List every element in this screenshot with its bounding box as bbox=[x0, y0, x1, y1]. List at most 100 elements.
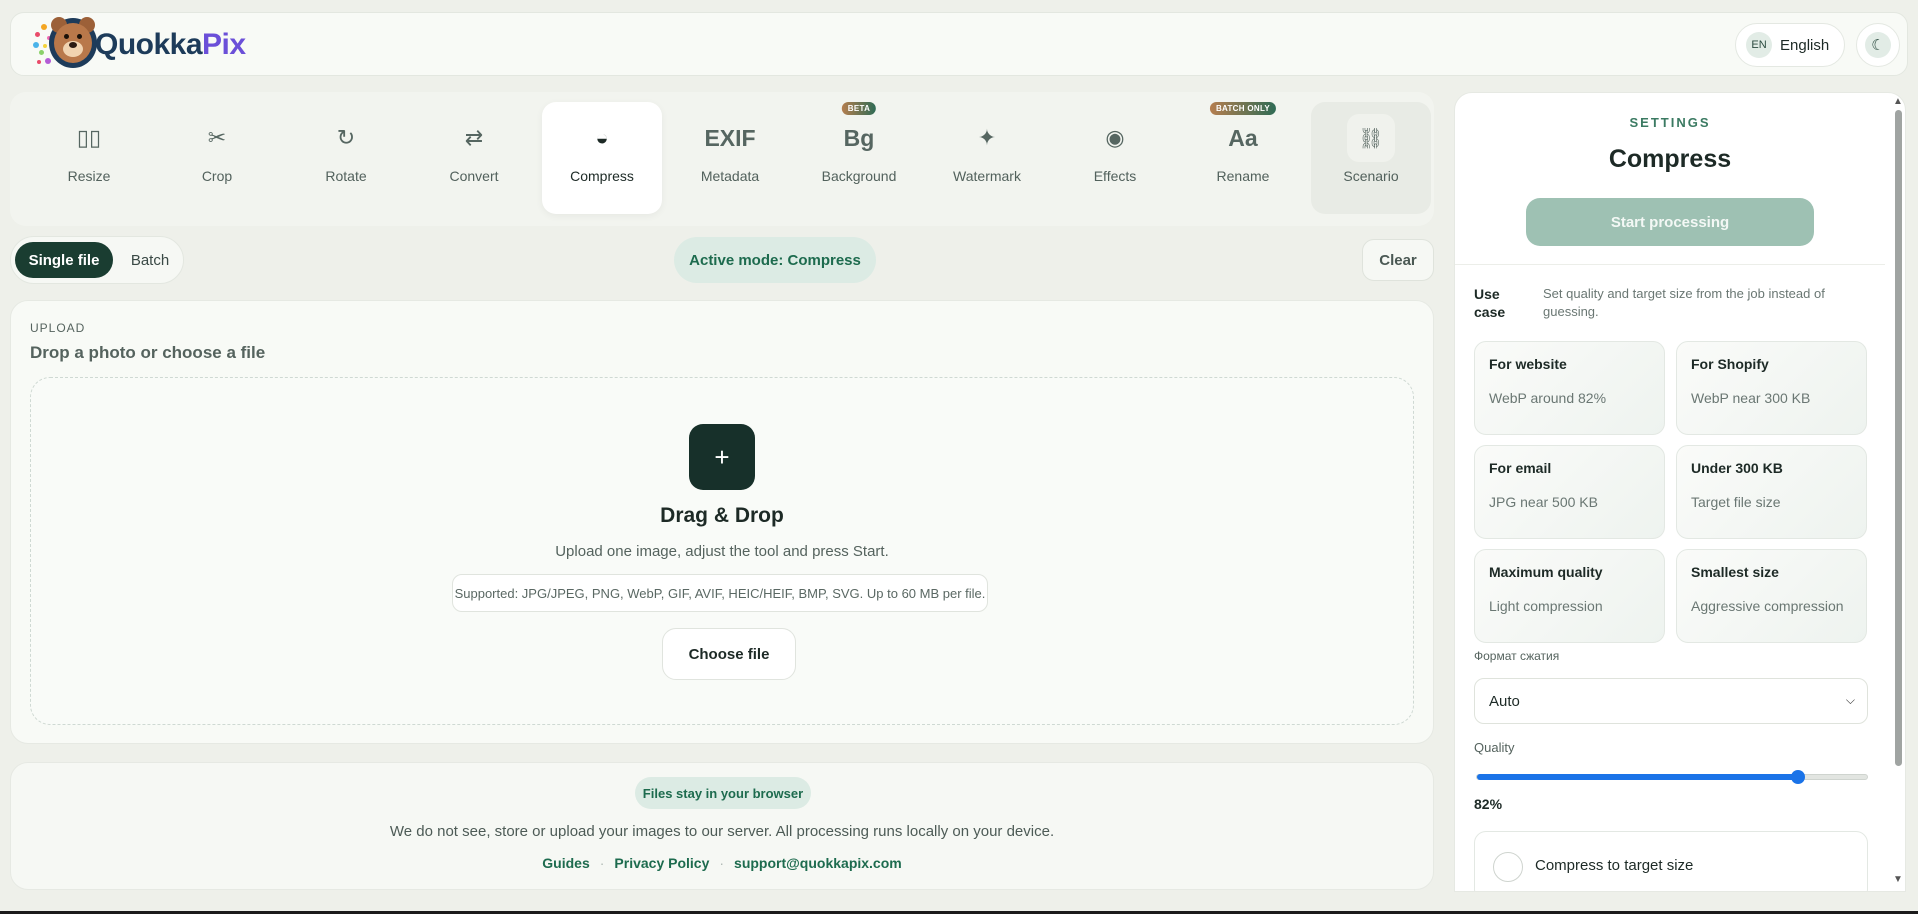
settings-scrollbar[interactable]: ▲ ▼ bbox=[1890, 92, 1906, 892]
drag-drop-title: Drag & Drop bbox=[660, 504, 784, 527]
tool-metadata[interactable]: EXIF Metadata bbox=[670, 102, 790, 214]
privacy-text: We do not see, store or upload your imag… bbox=[389, 823, 1055, 840]
use-case-card[interactable]: Smallest size Aggressive compression bbox=[1676, 549, 1867, 643]
tool-crop[interactable]: ✂ Crop bbox=[157, 102, 277, 214]
use-case-card[interactable]: For website WebP around 82% bbox=[1474, 341, 1665, 435]
tool-badge: BATCH ONLY bbox=[1209, 102, 1277, 115]
settings-eyebrow: SETTINGS bbox=[1629, 115, 1711, 130]
tool-label: Convert bbox=[449, 168, 499, 184]
footer-links: Guides · Privacy Policy · support@quokka… bbox=[11, 855, 1433, 871]
language-selector[interactable]: EN English bbox=[1735, 23, 1845, 67]
scroll-up-arrow-icon[interactable]: ▲ bbox=[1893, 96, 1903, 107]
use-case-card[interactable]: Under 300 KB Target file size bbox=[1676, 445, 1867, 539]
resize-icon: ▯▯ bbox=[76, 125, 102, 150]
format-label: Формат сжатия bbox=[1474, 649, 1560, 663]
settings-panel: SETTINGS Compress Start processing Use c… bbox=[1454, 92, 1906, 892]
tool-convert[interactable]: ⇄ Convert bbox=[414, 102, 534, 214]
tool-label: Effects bbox=[1093, 168, 1137, 184]
scissors-icon: ✂ bbox=[207, 125, 227, 150]
app-header: QuokkaPix EN English ☾ bbox=[10, 12, 1908, 76]
use-case-card-description: WebP near 300 KB bbox=[1691, 390, 1811, 406]
choose-file-button[interactable]: Choose file bbox=[662, 628, 796, 680]
tool-label: Scenario bbox=[1343, 168, 1399, 184]
format-select[interactable]: Auto ⌵ bbox=[1474, 678, 1868, 724]
tool-rotate[interactable]: ↻ Rotate bbox=[286, 102, 406, 214]
tool-label: Metadata bbox=[700, 168, 760, 184]
privacy-panel: Files stay in your browser We do not see… bbox=[10, 762, 1434, 890]
exif-icon: EXIF bbox=[704, 124, 756, 151]
quality-slider[interactable] bbox=[1476, 770, 1868, 784]
use-case-label: Use case bbox=[1474, 286, 1506, 320]
compress-to-target-option[interactable]: Compress to target size bbox=[1474, 831, 1868, 891]
scrollbar-thumb[interactable] bbox=[1895, 110, 1902, 766]
tool-compress[interactable]: ◒ Compress bbox=[542, 102, 662, 214]
tool-label: Watermark bbox=[953, 168, 1021, 184]
quality-value: 82% bbox=[1474, 796, 1503, 812]
tool-selector: ▯▯ Resize ✂ Crop ↻ Rotate ⇄ Convert ◒ Compress EXI… bbox=[10, 92, 1434, 226]
clear-button[interactable]: Clear bbox=[1362, 239, 1434, 281]
drop-zone[interactable]: + Drag & Drop Upload one image, adjust t… bbox=[30, 377, 1414, 725]
quality-slider-fill bbox=[1477, 774, 1799, 780]
use-case-card-description: Target file size bbox=[1691, 494, 1781, 510]
divider bbox=[1455, 264, 1885, 265]
tool-badge: BETA bbox=[841, 102, 877, 115]
background-icon: Bg bbox=[843, 124, 875, 151]
tool-watermark[interactable]: ✦ Watermark bbox=[927, 102, 1047, 214]
tool-scenario[interactable]: ⛓ Scenario bbox=[1311, 102, 1431, 214]
upload-eyebrow: UPLOAD bbox=[30, 321, 86, 335]
tool-label: Background bbox=[821, 168, 897, 184]
plus-icon[interactable]: + bbox=[689, 424, 755, 490]
settings-title: Compress bbox=[1608, 145, 1732, 173]
use-case-card-description: Light compression bbox=[1489, 598, 1603, 614]
sparkle-icon: ✦ bbox=[977, 125, 997, 150]
drag-drop-subtitle: Upload one image, adjust the tool and pr… bbox=[555, 543, 889, 560]
active-mode-badge: Active mode: Compress bbox=[674, 237, 876, 283]
quokka-logo-icon bbox=[33, 14, 101, 76]
start-processing-button[interactable]: Start processing bbox=[1526, 198, 1814, 246]
app-logo[interactable]: QuokkaPix bbox=[33, 15, 246, 75]
link-separator: · bbox=[599, 855, 605, 871]
chain-icon: ⛓ bbox=[1347, 114, 1395, 162]
use-case-card[interactable]: Maximum quality Light compression bbox=[1474, 549, 1665, 643]
tool-label: Rotate bbox=[325, 168, 367, 184]
use-case-card-title: Under 300 KB bbox=[1691, 460, 1783, 476]
scroll-down-arrow-icon[interactable]: ▼ bbox=[1893, 874, 1903, 885]
compress-icon: ◒ bbox=[595, 125, 609, 150]
quality-label: Quality bbox=[1474, 740, 1515, 755]
use-case-card-description: JPG near 500 KB bbox=[1489, 494, 1598, 510]
privacy-badge: Files stay in your browser bbox=[635, 777, 811, 809]
logo-wordmark: QuokkaPix bbox=[95, 28, 246, 61]
use-case-card-description: Aggressive compression bbox=[1691, 598, 1844, 614]
use-case-card-description: WebP around 82% bbox=[1489, 390, 1607, 406]
link-separator: · bbox=[719, 855, 725, 871]
use-case-card[interactable]: For email JPG near 500 KB bbox=[1474, 445, 1665, 539]
use-case-card[interactable]: For Shopify WebP near 300 KB bbox=[1676, 341, 1867, 435]
convert-arrows-icon: ⇄ bbox=[464, 125, 484, 150]
batch-mode-button[interactable]: Batch bbox=[121, 242, 179, 278]
language-code-badge: EN bbox=[1746, 32, 1772, 58]
use-case-description: Set quality and target size from the job… bbox=[1543, 286, 1825, 319]
tool-background[interactable]: BETA Bg Background bbox=[799, 102, 919, 214]
language-name: English bbox=[1780, 36, 1830, 54]
quality-slider-handle[interactable] bbox=[1791, 770, 1806, 784]
format-select-value: Auto bbox=[1489, 692, 1520, 710]
rename-icon: Aa bbox=[1228, 124, 1258, 151]
effects-icon: ◉ bbox=[1105, 125, 1125, 150]
privacy-policy-link[interactable]: Privacy Policy bbox=[614, 855, 709, 871]
target-size-radio[interactable] bbox=[1493, 852, 1523, 882]
tool-resize[interactable]: ▯▯ Resize bbox=[29, 102, 149, 214]
single-file-mode-button[interactable]: Single file bbox=[15, 242, 113, 278]
use-case-card-title: Smallest size bbox=[1691, 564, 1779, 580]
use-case-card-title: For email bbox=[1489, 460, 1552, 476]
supported-formats-note: Supported: JPG/JPEG, PNG, WebP, GIF, AVI… bbox=[452, 574, 988, 612]
theme-toggle-button[interactable]: ☾ bbox=[1856, 23, 1900, 67]
tool-label: Compress bbox=[570, 168, 634, 184]
tool-rename[interactable]: BATCH ONLY Aa Rename bbox=[1183, 102, 1303, 214]
moon-icon: ☾ bbox=[1865, 32, 1891, 58]
support-email-link[interactable]: support@quokkapix.com bbox=[734, 855, 902, 871]
tool-label: Resize bbox=[67, 168, 111, 184]
upload-title: Drop a photo or choose a file bbox=[30, 343, 266, 362]
tool-effects[interactable]: ◉ Effects bbox=[1055, 102, 1175, 214]
guides-link[interactable]: Guides bbox=[542, 855, 589, 871]
use-case-card-title: For Shopify bbox=[1691, 356, 1769, 372]
